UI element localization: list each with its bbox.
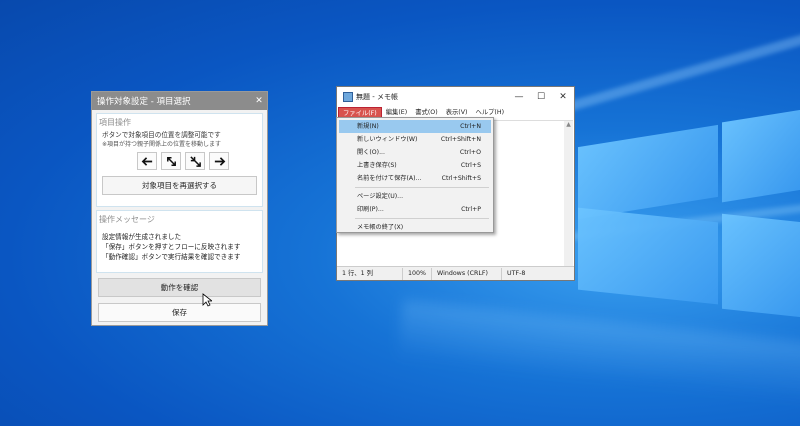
menu-item-open[interactable]: 開く(O)... Ctrl+O [339, 146, 491, 159]
zoom-level: 100% [403, 267, 432, 280]
file-menu-dropdown: 新規(N) Ctrl+N 新しいウィンドウ(W) Ctrl+Shift+N 開く(O… [336, 117, 494, 233]
save-button[interactable]: 保存 [98, 303, 261, 322]
desktop-light-beam [396, 300, 800, 407]
move-up-level-button[interactable] [161, 152, 181, 170]
line-ending: Windows (CRLF) [432, 267, 502, 280]
windows-logo-pane [722, 109, 800, 203]
reselect-target-button[interactable]: 対象項目を再選択する [102, 176, 257, 195]
message-line: 「保存」ボタンを押すとフローに反映されます [102, 243, 241, 251]
menu-item-exit[interactable]: メモ帳の終了(X) [339, 221, 491, 234]
message-line: 設定情報が生成されました [102, 233, 182, 241]
section-description: ボタンで対象項目の位置を調整可能です [102, 131, 221, 139]
window-title: 無題 - メモ帳 [356, 93, 398, 101]
menu-item-save[interactable]: 上書き保存(S) Ctrl+S [339, 159, 491, 172]
section-heading: 項目操作 [99, 118, 131, 127]
scroll-up-icon[interactable]: ▲ [564, 121, 573, 128]
windows-logo-pane [722, 213, 800, 318]
status-bar: 1 行、1 列 100% Windows (CRLF) UTF-8 [337, 266, 574, 280]
arrow-button-group [97, 152, 262, 170]
windows-logo-pane [578, 207, 718, 305]
verify-action-button[interactable]: 動作を確認 [98, 278, 261, 297]
maximize-icon[interactable]: ☐ [530, 92, 552, 102]
menu-item-new[interactable]: 新規(N) Ctrl+N [339, 120, 491, 133]
section-note: ※項目が持つ親子関係上の位置を移動します [102, 141, 222, 148]
message-text: 設定情報が生成されました 「保存」ボタンを押すとフローに反映されます 「動作確認… [97, 232, 262, 262]
section-heading: 操作メッセージ [99, 215, 155, 224]
move-right-button[interactable] [209, 152, 229, 170]
arrow-right-icon [214, 156, 225, 166]
arrow-collapse-icon [189, 155, 201, 167]
mouse-pointer-icon [202, 293, 212, 307]
close-icon[interactable]: ✕ [251, 96, 267, 106]
arrow-left-icon [141, 156, 152, 166]
title-bar[interactable]: 無題 - メモ帳 — ☐ ✕ [337, 87, 574, 107]
menu-item-print[interactable]: 印刷(P)... Ctrl+P [339, 203, 491, 216]
item-operation-section: 項目操作 ボタンで対象項目の位置を調整可能です ※項目が持つ親子関係上の位置を移… [96, 113, 263, 207]
menu-separator [355, 218, 489, 219]
windows-logo-pane [578, 124, 718, 220]
menu-item-save-as[interactable]: 名前を付けて保存(A)... Ctrl+Shift+S [339, 172, 491, 185]
menu-item-new-window[interactable]: 新しいウィンドウ(W) Ctrl+Shift+N [339, 133, 491, 146]
close-icon[interactable]: ✕ [552, 92, 574, 102]
menu-item-page-setup[interactable]: ページ設定(U)... [339, 190, 491, 203]
operation-message-section: 操作メッセージ 設定情報が生成されました 「保存」ボタンを押すとフローに反映され… [96, 210, 263, 273]
minimize-icon[interactable]: — [508, 92, 530, 102]
menu-separator [355, 187, 489, 188]
notepad-app-icon [343, 92, 353, 102]
cursor-position: 1 行、1 列 [337, 267, 403, 280]
message-line: 「動作確認」ボタンで実行結果を確認できます [102, 253, 241, 261]
move-down-level-button[interactable] [185, 152, 205, 170]
operation-target-settings-window: 操作対象設定 - 項目選択 ✕ 項目操作 ボタンで対象項目の位置を調整可能です … [91, 91, 268, 326]
arrow-expand-icon [166, 156, 176, 166]
encoding: UTF-8 [507, 269, 526, 277]
title-bar[interactable]: 操作対象設定 - 項目選択 ✕ [92, 92, 267, 110]
vertical-scrollbar[interactable]: ▲ [564, 121, 573, 266]
window-title: 操作対象設定 - 項目選択 [97, 97, 191, 107]
move-left-button[interactable] [137, 152, 157, 170]
